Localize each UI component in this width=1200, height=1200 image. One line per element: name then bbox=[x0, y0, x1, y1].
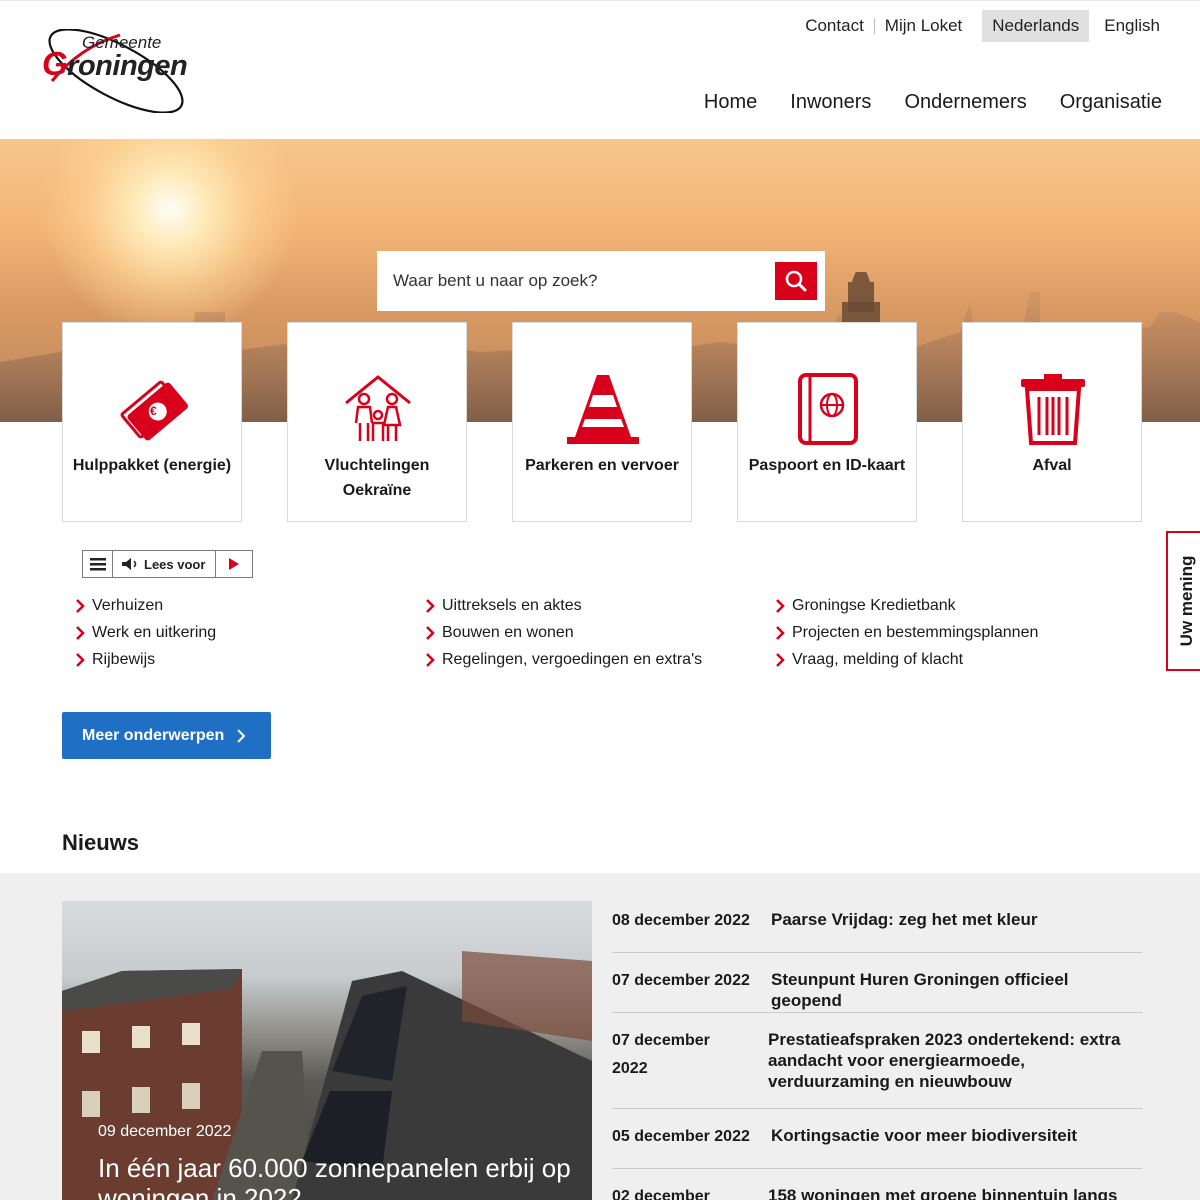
topic-links-column-1: Verhuizen Werk en uitkering Rijbewijs bbox=[74, 592, 216, 673]
read-aloud-widget: Lees voor bbox=[82, 550, 253, 578]
topic-link-regelingen[interactable]: Regelingen, vergoedingen en extra's bbox=[424, 646, 702, 673]
contact-link[interactable]: Contact bbox=[795, 10, 874, 42]
news-list: 08 december 2022 Paarse Vrijdag: zeg het… bbox=[612, 893, 1142, 1200]
read-aloud-button[interactable]: Lees voor bbox=[113, 551, 216, 577]
nav-ondernemers[interactable]: Ondernemers bbox=[904, 91, 1026, 114]
featured-news-card[interactable]: 09 december 2022 In één jaar 60.000 zonn… bbox=[62, 901, 592, 1200]
money-icon: € bbox=[120, 380, 188, 441]
traffic-cone-icon bbox=[567, 375, 639, 444]
menu-icon bbox=[89, 558, 106, 571]
tile-vluchtelingen[interactable]: Vluchtelingen Oekraïne bbox=[287, 322, 467, 522]
topic-link-kredietbank[interactable]: Groningse Kredietbank bbox=[774, 592, 1038, 619]
tile-afval[interactable]: Afval bbox=[962, 322, 1142, 522]
tile-label: Vluchtelingen Oekraïne bbox=[324, 457, 430, 499]
search-button[interactable] bbox=[775, 262, 817, 300]
top-links: Contact Mijn Loket Nederlands English bbox=[795, 10, 1170, 42]
news-title[interactable]: Steunpunt Huren Groningen officieel geop… bbox=[768, 969, 1142, 1012]
trash-bin-icon bbox=[1021, 374, 1085, 445]
topic-link-vraag-melding[interactable]: Vraag, melding of klacht bbox=[774, 646, 1038, 673]
topic-links-column-3: Groningse Kredietbank Projecten en beste… bbox=[774, 592, 1038, 673]
tile-label: Afval bbox=[1032, 457, 1072, 474]
topic-link-werk-en-uitkering[interactable]: Werk en uitkering bbox=[74, 619, 216, 646]
main-navigation: Home Inwoners Ondernemers Organisatie bbox=[671, 91, 1162, 114]
featured-news-title[interactable]: In één jaar 60.000 zonnepanelen erbij op… bbox=[98, 1153, 578, 1200]
language-nederlands[interactable]: Nederlands bbox=[982, 10, 1090, 42]
logo-text-groningen: Groningen bbox=[42, 45, 188, 82]
play-icon bbox=[229, 558, 239, 570]
search-input[interactable] bbox=[377, 251, 772, 311]
chevron-right-icon bbox=[776, 598, 785, 613]
news-item[interactable]: 07 december 2022 Prestatieafspraken 2023… bbox=[612, 1013, 1142, 1109]
mijn-loket-link[interactable]: Mijn Loket bbox=[875, 10, 972, 42]
news-heading: Nieuws bbox=[62, 830, 140, 855]
chevron-right-icon bbox=[76, 652, 85, 667]
topic-link-rijbewijs[interactable]: Rijbewijs bbox=[74, 646, 216, 673]
news-date: 07 december 2022 bbox=[612, 1032, 710, 1077]
nav-home[interactable]: Home bbox=[704, 91, 757, 114]
feedback-label: Uw mening bbox=[1177, 555, 1196, 647]
chevron-right-icon bbox=[776, 625, 785, 640]
news-title[interactable]: Paarse Vrijdag: zeg het met kleur bbox=[768, 909, 1142, 952]
read-aloud-play-button[interactable] bbox=[216, 551, 252, 577]
featured-news-date: 09 december 2022 bbox=[98, 1123, 232, 1140]
chevron-right-icon bbox=[76, 625, 85, 640]
topic-link-bouwen-en-wonen[interactable]: Bouwen en wonen bbox=[424, 619, 702, 646]
chevron-right-icon bbox=[76, 598, 85, 613]
speaker-icon bbox=[122, 558, 137, 570]
search-box bbox=[377, 251, 825, 311]
tile-hulppakket[interactable]: € Hulppakket (energie) bbox=[62, 322, 242, 522]
family-house-icon bbox=[345, 375, 411, 441]
gemeente-groningen-logo[interactable]: Gemeente Groningen bbox=[40, 29, 200, 113]
topic-link-uittreksels[interactable]: Uittreksels en aktes bbox=[424, 592, 702, 619]
news-date: 08 december 2022 bbox=[612, 912, 750, 929]
news-title[interactable]: 158 woningen met groene binnentuin langs bbox=[768, 1185, 1142, 1200]
news-item[interactable]: 02 december 158 woningen met groene binn… bbox=[612, 1169, 1142, 1200]
search-icon bbox=[785, 270, 807, 292]
news-title[interactable]: Prestatieafspraken 2023 ondertekend: ext… bbox=[768, 1029, 1142, 1108]
tile-label: Parkeren en vervoer bbox=[525, 457, 679, 474]
more-topics-button[interactable]: Meer onderwerpen bbox=[62, 712, 271, 759]
tile-label: Hulppakket (energie) bbox=[72, 457, 232, 474]
nav-organisatie[interactable]: Organisatie bbox=[1060, 91, 1162, 114]
site-header: Gemeente Groningen Contact Mijn Loket Ne… bbox=[0, 0, 1200, 139]
topic-link-projecten[interactable]: Projecten en bestemmingsplannen bbox=[774, 619, 1038, 646]
nav-inwoners[interactable]: Inwoners bbox=[790, 91, 871, 114]
news-date: 05 december 2022 bbox=[612, 1128, 750, 1145]
language-english[interactable]: English bbox=[1094, 10, 1170, 42]
chevron-right-icon bbox=[426, 598, 435, 613]
news-item[interactable]: 07 december 2022 Steunpunt Huren Groning… bbox=[612, 953, 1142, 1013]
news-date: 02 december bbox=[612, 1188, 710, 1200]
chevron-right-icon bbox=[426, 652, 435, 667]
chevron-right-icon bbox=[237, 728, 246, 743]
news-item[interactable]: 08 december 2022 Paarse Vrijdag: zeg het… bbox=[612, 893, 1142, 953]
read-aloud-menu-button[interactable] bbox=[83, 551, 113, 577]
news-item[interactable]: 05 december 2022 Kortingsactie voor meer… bbox=[612, 1109, 1142, 1169]
chevron-right-icon bbox=[426, 625, 435, 640]
svg-text:€: € bbox=[150, 404, 157, 418]
news-date: 07 december 2022 bbox=[612, 972, 750, 989]
topic-link-verhuizen[interactable]: Verhuizen bbox=[74, 592, 216, 619]
tile-parkeren[interactable]: Parkeren en vervoer bbox=[512, 322, 692, 522]
news-title[interactable]: Kortingsactie voor meer biodiversiteit bbox=[768, 1125, 1142, 1168]
tile-paspoort[interactable]: Paspoort en ID-kaart bbox=[737, 322, 917, 522]
topic-links-column-2: Uittreksels en aktes Bouwen en wonen Reg… bbox=[424, 592, 702, 673]
passport-icon bbox=[798, 373, 858, 445]
tile-label: Paspoort en ID-kaart bbox=[748, 457, 906, 474]
feedback-tab[interactable]: Uw mening bbox=[1166, 531, 1200, 671]
chevron-right-icon bbox=[776, 652, 785, 667]
read-aloud-label: Lees voor bbox=[144, 556, 206, 572]
more-topics-label: Meer onderwerpen bbox=[82, 726, 225, 744]
